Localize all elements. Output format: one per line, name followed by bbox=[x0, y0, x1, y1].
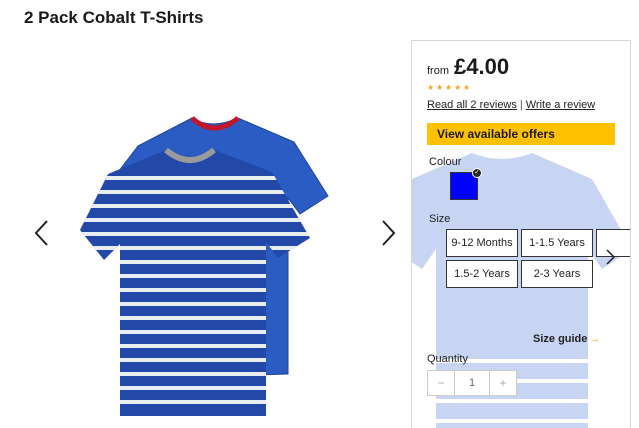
star-icon: ★ bbox=[445, 83, 453, 92]
purchase-panel: from £4.00 ★ ★ ★ ★ ★ Read all 2 reviews |… bbox=[411, 40, 631, 428]
gallery-prev-button[interactable] bbox=[32, 218, 52, 248]
star-icon: ★ bbox=[463, 83, 471, 92]
size-next-button[interactable] bbox=[604, 248, 616, 266]
product-image bbox=[80, 116, 329, 416]
size-guide-label: Size guide bbox=[533, 333, 588, 345]
product-title: 2 Pack Cobalt T-Shirts bbox=[24, 8, 204, 27]
price-row: from £4.00 bbox=[427, 54, 509, 80]
star-icon: ★ bbox=[436, 83, 444, 92]
quantity-label: Quantity bbox=[427, 353, 468, 365]
arrow-right-icon: → bbox=[589, 333, 601, 345]
product-gallery bbox=[20, 60, 410, 420]
size-option-9-12-months[interactable]: 9-12 Months bbox=[446, 229, 518, 257]
check-icon: ✓ bbox=[472, 168, 482, 178]
colour-label: Colour bbox=[429, 156, 462, 168]
size-option-1-5-2-years[interactable]: 1.5-2 Years bbox=[446, 260, 518, 288]
size-guide-link[interactable]: Size guide → bbox=[533, 333, 600, 345]
chevron-right-icon bbox=[382, 220, 396, 246]
review-separator: | bbox=[519, 99, 523, 111]
price-from-label: from bbox=[427, 65, 449, 77]
size-option-2-3-years[interactable]: 2-3 Years bbox=[521, 260, 593, 288]
read-reviews-link[interactable]: Read all 2 reviews bbox=[427, 99, 517, 111]
size-option-1-1-5-years[interactable]: 1-1.5 Years bbox=[521, 229, 593, 257]
quantity-decrease-button[interactable]: − bbox=[427, 370, 455, 396]
quantity-input[interactable] bbox=[455, 370, 489, 396]
quantity-increase-button[interactable]: + bbox=[489, 370, 517, 396]
price-value: £4.00 bbox=[454, 54, 510, 79]
quantity-stepper: − + bbox=[427, 370, 517, 396]
star-icon: ★ bbox=[427, 83, 435, 92]
chevron-left-icon bbox=[34, 220, 48, 246]
review-links: Read all 2 reviews | Write a review bbox=[427, 99, 595, 111]
colour-swatch-cobalt[interactable]: ✓ bbox=[450, 168, 482, 200]
gallery-next-button[interactable] bbox=[378, 218, 398, 248]
view-offers-button[interactable]: View available offers bbox=[427, 123, 615, 145]
write-review-link[interactable]: Write a review bbox=[526, 99, 595, 111]
star-icon: ★ bbox=[454, 83, 462, 92]
chevron-right-icon bbox=[606, 249, 616, 265]
star-rating: ★ ★ ★ ★ ★ bbox=[427, 83, 471, 92]
size-label: Size bbox=[429, 213, 451, 225]
